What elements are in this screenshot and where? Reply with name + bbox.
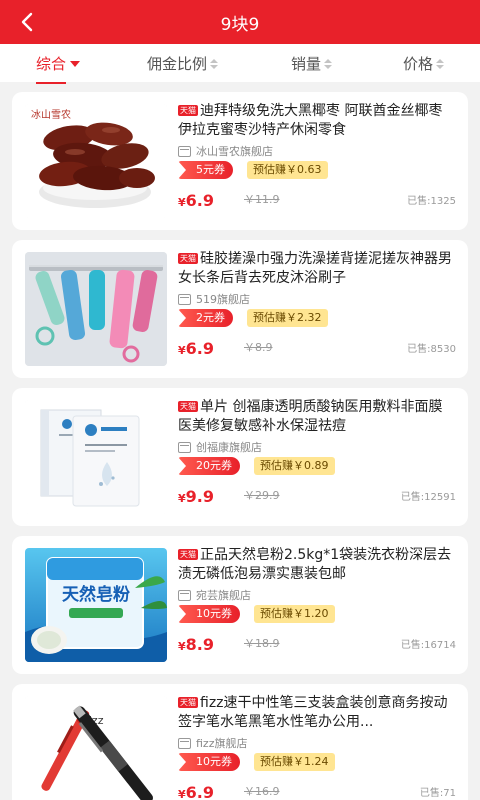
sort-tab-label: 综合 [36, 55, 67, 73]
product-card[interactable]: 冰山雪农 天猫 迪拜特级免洗大黑椰枣 阿联酋金丝椰枣伊拉克蜜枣沙特产休闲零食 冰山… [12, 92, 468, 230]
estimated-earnings: 预估赚￥1.24 [254, 753, 335, 771]
shop-icon [178, 441, 191, 453]
sold-count: 已售:12591 [400, 492, 456, 503]
original-price: ￥11.9 [244, 193, 280, 206]
tmall-badge: 天猫 [178, 105, 198, 116]
estimated-earnings: 预估赚￥0.63 [247, 161, 328, 179]
coupon-badge: 5元券 [178, 161, 233, 179]
shop-name: 宛芸旗舰店 [178, 587, 251, 603]
top-bar: 9块9 [0, 0, 480, 44]
shop-icon [178, 293, 191, 305]
current-price: ¥8.9 [178, 635, 214, 654]
sort-bar: 综合 佣金比例 销量 价格 [0, 44, 480, 84]
estimated-earnings: 预估赚￥2.32 [247, 309, 328, 327]
coupon-badge: 2元券 [178, 309, 233, 327]
product-image-brand-text: 冰山雪农 [31, 108, 71, 121]
tmall-badge: 天猫 [178, 401, 198, 412]
product-image [25, 400, 167, 514]
tmall-badge: 天猫 [178, 253, 198, 264]
coupon-badge: 10元券 [178, 605, 240, 623]
product-title: 天猫 硅胶搓澡巾强力洗澡搓背搓泥搓灰神器男女长条后背去死皮沐浴刷子 [178, 251, 452, 286]
estimated-earnings: 预估赚￥0.89 [254, 457, 335, 475]
sort-tab-label: 价格 [403, 55, 434, 73]
product-card[interactable]: 天猫 单片 创福康透明质酸钠医用敷料非面膜 医美修复敏感补水保湿祛痘 创福康旗舰店… [12, 388, 468, 526]
current-price: ¥9.9 [178, 487, 214, 506]
product-image [25, 252, 167, 366]
sold-count: 已售:71 [419, 788, 456, 799]
product-image: fizz [25, 696, 167, 800]
product-image: 天然皂粉 [25, 548, 167, 662]
shop-name: fizz旗舰店 [178, 735, 247, 751]
shop-icon [178, 737, 191, 749]
product-title: 天猫 fizz速干中性笔三支装盒装创意商务按动签字笔水笔黑笔水性笔办公用... [178, 695, 448, 730]
caret-down-icon [70, 60, 81, 67]
coupon-badge: 20元券 [178, 457, 240, 475]
original-price: ￥18.9 [244, 637, 280, 650]
product-title: 天猫 迪拜特级免洗大黑椰枣 阿联酋金丝椰枣伊拉克蜜枣沙特产休闲零食 [178, 103, 443, 138]
estimated-earnings: 预估赚￥1.20 [254, 605, 335, 623]
sort-tab-commission[interactable]: 佣金比例 [147, 53, 219, 74]
sold-count: 已售:16714 [400, 640, 456, 651]
shop-icon [178, 145, 191, 157]
tmall-badge: 天猫 [178, 549, 198, 560]
shop-name: 519旗舰店 [178, 291, 250, 307]
original-price: ￥29.9 [244, 489, 280, 502]
current-price: ¥6.9 [178, 191, 214, 210]
product-image-brand-text: 天然皂粉 [62, 584, 130, 605]
sold-count: 已售:8530 [407, 344, 456, 355]
sort-arrows-icon [324, 58, 333, 69]
page-title: 9块9 [220, 15, 260, 35]
sort-tab-label: 销量 [291, 55, 322, 73]
sort-arrows-icon [436, 58, 445, 69]
shop-name: 创福康旗舰店 [178, 439, 262, 455]
product-card[interactable]: 天猫 硅胶搓澡巾强力洗澡搓背搓泥搓灰神器男女长条后背去死皮沐浴刷子 519旗舰店 … [12, 240, 468, 378]
original-price: ￥16.9 [244, 785, 280, 798]
sold-count: 已售:1325 [407, 196, 456, 207]
shop-icon [178, 589, 191, 601]
current-price: ¥6.9 [178, 783, 214, 800]
sort-tab-sales[interactable]: 销量 [291, 53, 333, 74]
sort-tab-comprehensive[interactable]: 综合 [36, 53, 81, 84]
product-card[interactable]: fizz 天猫 fizz速干中性笔三支装盒装创意商务按动签字笔水笔黑笔水性笔办公用… [12, 684, 468, 800]
product-title: 天猫 单片 创福康透明质酸钠医用敷料非面膜 医美修复敏感补水保湿祛痘 [178, 399, 443, 434]
current-price: ¥6.9 [178, 339, 214, 358]
coupon-badge: 10元券 [178, 753, 240, 771]
shop-name: 冰山雪农旗舰店 [178, 143, 273, 159]
original-price: ￥8.9 [244, 341, 273, 354]
product-card[interactable]: 天然皂粉 天猫 正品天然皂粉2.5kg*1袋装洗衣粉深层去渍无磷低泡易漂实惠装包邮… [12, 536, 468, 674]
product-title: 天猫 正品天然皂粉2.5kg*1袋装洗衣粉深层去渍无磷低泡易漂实惠装包邮 [178, 547, 452, 582]
product-image: 冰山雪农 [25, 104, 167, 218]
sort-tab-price[interactable]: 价格 [403, 53, 445, 74]
sort-arrows-icon [210, 58, 219, 69]
tmall-badge: 天猫 [178, 697, 198, 708]
sort-tab-label: 佣金比例 [147, 55, 208, 73]
